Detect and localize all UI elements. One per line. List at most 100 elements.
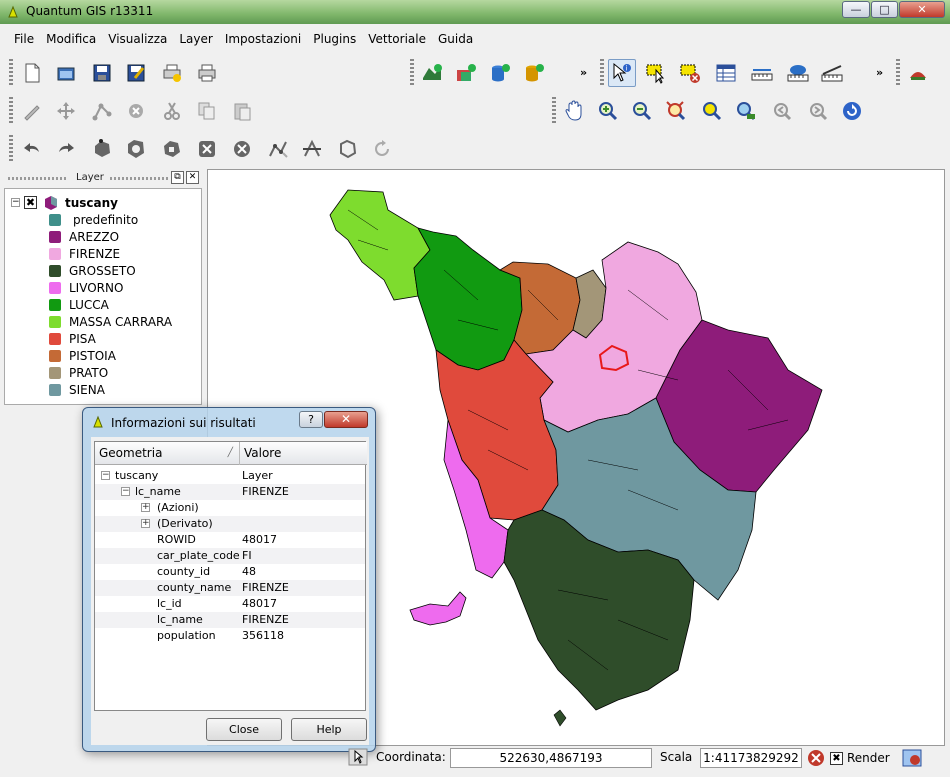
measure-angle-button[interactable] — [818, 59, 846, 87]
projection-button[interactable] — [902, 748, 924, 768]
undo-button[interactable] — [18, 135, 46, 163]
float-panel-button[interactable]: ⧉ — [171, 171, 184, 184]
menu-file[interactable]: File — [8, 32, 40, 46]
maximize-button[interactable]: □ — [871, 1, 898, 18]
legend-item-lucca[interactable]: LUCCA — [49, 296, 109, 313]
result-row[interactable]: car_plate_code FI — [95, 548, 365, 564]
column-header-geometria[interactable]: Geometria ╱ — [95, 442, 240, 465]
dialog-help-button[interactable]: ? — [299, 411, 323, 428]
add-ring-button[interactable] — [122, 135, 150, 163]
layer-item-tuscany[interactable]: − ✖ tuscany — [11, 194, 118, 211]
expand-icon[interactable]: + — [141, 519, 150, 528]
node-tool-button[interactable] — [88, 97, 116, 125]
island-giglio[interactable] — [553, 709, 567, 727]
render-checkbox[interactable]: ✖ Render — [830, 748, 898, 768]
save-project-button[interactable] — [88, 59, 116, 87]
legend-item-livorno[interactable]: LIVORNO — [49, 279, 123, 296]
menu-vettoriale[interactable]: Vettoriale — [362, 32, 432, 46]
new-project-button[interactable] — [18, 59, 46, 87]
plugin-button[interactable] — [904, 59, 932, 87]
delete-part-button[interactable] — [228, 135, 256, 163]
menu-plugins[interactable]: Plugins — [307, 32, 362, 46]
coordinate-toggle-button[interactable] — [348, 748, 370, 768]
cut-features-button[interactable] — [158, 97, 186, 125]
result-row[interactable]: county_name FIRENZE — [95, 580, 365, 596]
rotate-symbols-button[interactable] — [368, 135, 396, 163]
add-part-button[interactable] — [158, 135, 186, 163]
legend-item-predefinito[interactable]: predefinito — [49, 211, 138, 228]
result-row[interactable]: population 356118 — [95, 628, 365, 644]
toolbar-overflow[interactable]: » — [876, 66, 883, 79]
deselect-features-button[interactable] — [676, 59, 704, 87]
legend-item-pisa[interactable]: PISA — [49, 330, 96, 347]
menu-guida[interactable]: Guida — [432, 32, 479, 46]
dialog-close-button[interactable]: ✕ — [324, 411, 368, 428]
result-row[interactable]: − tuscany Layer — [95, 468, 365, 484]
expand-icon[interactable]: + — [141, 503, 150, 512]
result-row[interactable]: lc_id 48017 — [95, 596, 365, 612]
split-features-button[interactable] — [298, 135, 326, 163]
move-feature-button[interactable] — [52, 97, 80, 125]
panel-grip[interactable] — [8, 177, 68, 180]
close-button[interactable]: Close — [206, 718, 282, 741]
legend-item-pistoia[interactable]: PISTOIA — [49, 347, 116, 364]
add-postgis-layer-button[interactable] — [486, 59, 514, 87]
toolbar-overflow[interactable]: » — [580, 66, 587, 79]
toolbar-grip[interactable] — [9, 135, 13, 163]
zoom-selection-button[interactable] — [698, 97, 726, 125]
zoom-in-button[interactable] — [594, 97, 622, 125]
island-elba[interactable] — [409, 591, 467, 626]
paste-features-button[interactable] — [228, 97, 256, 125]
toolbar-grip[interactable] — [552, 97, 556, 125]
delete-ring-button[interactable] — [193, 135, 221, 163]
toolbar-grip[interactable] — [9, 97, 13, 125]
close-window-button[interactable]: ✕ — [899, 1, 945, 18]
coordinate-field[interactable]: 522630,4867193 — [450, 748, 652, 768]
measure-line-button[interactable] — [748, 59, 776, 87]
measure-area-button[interactable] — [784, 59, 812, 87]
zoom-last-button[interactable] — [768, 97, 796, 125]
add-vector-layer-button[interactable] — [418, 59, 446, 87]
visibility-checkbox[interactable]: ✖ — [24, 196, 37, 209]
legend-item-grosseto[interactable]: GROSSETO — [49, 262, 136, 279]
print-composer-button[interactable] — [158, 59, 186, 87]
toolbar-grip[interactable] — [9, 59, 13, 87]
result-row[interactable]: − lc_name FIRENZE — [95, 484, 365, 500]
result-row[interactable]: lc_name FIRENZE — [95, 612, 365, 628]
merge-features-button[interactable] — [334, 135, 362, 163]
zoom-full-button[interactable] — [662, 97, 690, 125]
zoom-out-button[interactable] — [628, 97, 656, 125]
menu-impostazioni[interactable]: Impostazioni — [219, 32, 307, 46]
pan-map-button[interactable] — [560, 97, 588, 125]
save-as-button[interactable] — [122, 59, 150, 87]
province-lucca[interactable] — [413, 227, 523, 371]
simplify-feature-button[interactable] — [88, 135, 116, 163]
toolbar-grip[interactable] — [600, 59, 604, 87]
close-panel-button[interactable]: ✕ — [186, 171, 199, 184]
print-button[interactable] — [193, 59, 221, 87]
minimize-button[interactable]: — — [842, 1, 870, 18]
identify-features-button[interactable]: i — [608, 59, 636, 87]
zoom-layer-button[interactable] — [732, 97, 760, 125]
add-spatialite-layer-button[interactable] — [520, 59, 548, 87]
collapse-icon[interactable]: − — [121, 487, 130, 496]
help-button[interactable]: Help — [291, 718, 367, 741]
result-row[interactable]: + (Azioni) — [95, 500, 365, 516]
add-raster-layer-button[interactable] — [452, 59, 480, 87]
reshape-features-button[interactable] — [264, 135, 292, 163]
refresh-button[interactable] — [838, 97, 866, 125]
legend-item-prato[interactable]: PRATO — [49, 364, 108, 381]
attribute-table-button[interactable] — [712, 59, 740, 87]
result-row[interactable]: + (Derivato) — [95, 516, 365, 532]
open-project-button[interactable] — [52, 59, 80, 87]
result-row[interactable]: ROWID 48017 — [95, 532, 365, 548]
menu-modifica[interactable]: Modifica — [40, 32, 102, 46]
toolbar-grip[interactable] — [896, 59, 900, 87]
collapse-toggle[interactable]: − — [11, 198, 20, 207]
copy-features-button[interactable] — [193, 97, 221, 125]
stop-render-button[interactable] — [806, 748, 826, 768]
legend-item-massa-carrara[interactable]: MASSA CARRARA — [49, 313, 172, 330]
results-tree[interactable]: Geometria ╱ Valore − tuscany Layer − lc_name… — [94, 441, 367, 711]
result-row[interactable]: county_id 48 — [95, 564, 365, 580]
menu-visualizza[interactable]: Visualizza — [102, 32, 173, 46]
